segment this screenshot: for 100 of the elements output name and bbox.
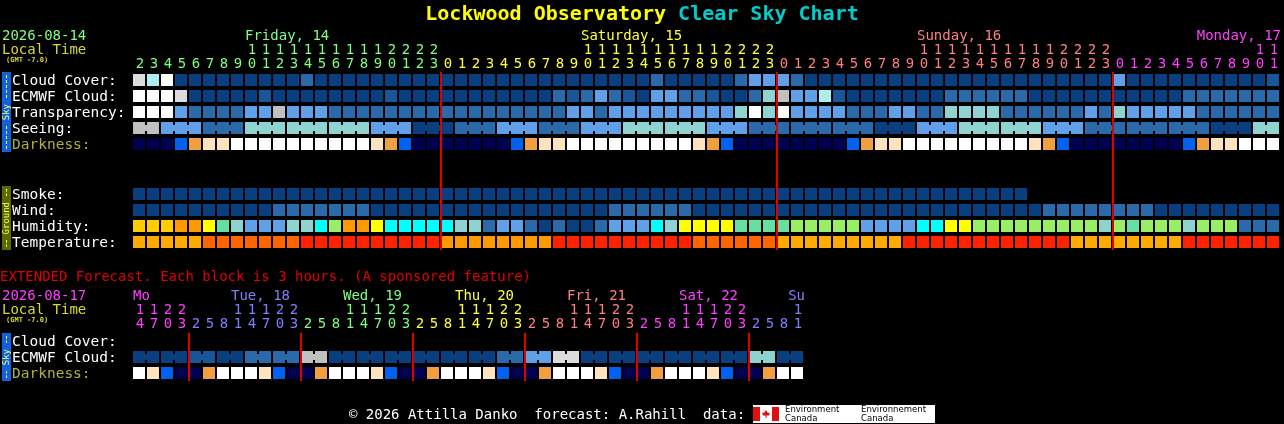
hour-label: 1 2 [275, 42, 285, 70]
hour-label: 2 3 [428, 42, 440, 70]
hour-label: 1 0 [1254, 42, 1266, 70]
hour-label: 8 [554, 54, 566, 70]
hour-label: 1 9 [1044, 42, 1056, 70]
local-time-label: Local Time [1, 42, 87, 56]
hour-label: 5 [848, 54, 860, 70]
hour-label: 4 [834, 54, 846, 70]
hour-label: 1 4 [471, 302, 481, 330]
hour-label: 1 5 [988, 42, 1000, 70]
hour-label: 4 [162, 54, 174, 70]
day-label: Thu, 20 [455, 288, 514, 302]
row-label: ECMWF Cloud: [12, 88, 118, 104]
credits-text: © 2026 Attilla Danko forecast: A.Rahill data: [348, 406, 746, 422]
hour-label: 1 3 [625, 42, 635, 70]
day-label: Sunday, 16 [917, 28, 1002, 42]
hour-label: 5 [652, 314, 664, 330]
row-label: Temperature: [12, 234, 118, 250]
hour-label: 2 0 [722, 302, 734, 330]
row-label: Transparency: [12, 104, 127, 120]
hour-label: 1 5 [316, 42, 328, 70]
hour-label: 9 [232, 54, 244, 70]
hour-label: 1 1 [681, 302, 691, 330]
hour-label: 1 7 [261, 302, 272, 330]
day-label: Su [788, 288, 805, 302]
day-label: Tue, 18 [231, 288, 290, 302]
hour-label: 7 [540, 54, 552, 70]
hour-label: 1 6 [1002, 42, 1014, 70]
flag-icon [753, 407, 780, 421]
hour-label: 2 3 [736, 302, 748, 330]
hour-label: 8 [778, 314, 790, 330]
hour-label: 1 4 [974, 42, 986, 70]
hour-label: 8 [330, 314, 342, 330]
observatory-name: Lockwood Observatory [425, 1, 667, 25]
hour-label: 1 1 [345, 302, 355, 330]
hour-label: 1 9 [372, 42, 384, 70]
hour-label: 2 [1142, 54, 1154, 70]
hour-label: 7 [204, 54, 216, 70]
hour-label: 1 8 [358, 42, 370, 70]
hour-label: 2 [526, 314, 538, 330]
forecast-date: 2026-08-14 [1, 28, 87, 42]
hour-label: 5 [316, 314, 328, 330]
row-label: Humidity: [12, 218, 92, 234]
hour-label: 2 0 [386, 42, 398, 70]
hour-label: 5 [204, 314, 216, 330]
hour-label: 1 6 [666, 42, 678, 70]
hour-label: 0 [442, 54, 454, 70]
hour-label: 2 0 [610, 302, 622, 330]
hour-label: 1 0 [583, 42, 593, 70]
hour-label: 9 [568, 54, 580, 70]
hour-label: 2 [638, 314, 650, 330]
hour-label: 8 [666, 314, 678, 330]
hour-label: 1 2 [611, 42, 621, 70]
hour-label: 2 [414, 314, 426, 330]
day-label: Wed, 19 [343, 288, 402, 302]
group-label: Sky [2, 103, 11, 121]
hour-label: 3 [148, 54, 160, 70]
hour-label: 5 [540, 314, 552, 330]
hour-label: 1 1 [1268, 42, 1280, 70]
hour-label: 2 0 [162, 302, 174, 330]
hour-label: 1 4 [583, 302, 593, 330]
hour-label: 2 1 [400, 42, 412, 70]
hour-label: 9 [1240, 54, 1252, 70]
hour-label: 2 0 [1058, 42, 1070, 70]
hour-label: 0 [1114, 54, 1126, 70]
chart-title: Clear Sky Chart [678, 1, 859, 25]
hour-label: 1 3 [289, 42, 299, 70]
hour-label: 6 [1198, 54, 1210, 70]
hour-label: 5 [512, 54, 524, 70]
hour-label: 1 4 [359, 302, 369, 330]
hour-label: 5 [428, 314, 440, 330]
hour-label: 7 [1212, 54, 1224, 70]
hour-label: 4 [1170, 54, 1182, 70]
hour-label: 2 3 [512, 302, 524, 330]
hour-label: 1 7 [344, 42, 356, 70]
row-label: ECMWF Cloud: [12, 349, 118, 365]
group-label: Ground [2, 201, 11, 235]
hour-label: 2 [806, 54, 818, 70]
hour-label: 1 7 [485, 302, 496, 330]
hour-label: 1 1 [569, 302, 579, 330]
hour-label: 1 9 [708, 42, 720, 70]
local-time-label: Local Time [1, 302, 87, 316]
hour-label: 1 3 [961, 42, 971, 70]
day-label: Mo [133, 288, 150, 302]
hour-label: 1 7 [373, 302, 384, 330]
hour-label: 2 0 [498, 302, 510, 330]
hour-label: 1 7 [148, 302, 160, 330]
row-label: Wind: [12, 202, 57, 218]
midnight-line [748, 333, 750, 381]
hour-label: 2 [134, 54, 146, 70]
hour-label: 5 [764, 314, 776, 330]
hour-label: 2 0 [722, 42, 734, 70]
hour-label: 1 8 [1030, 42, 1042, 70]
hour-label: 1 5 [653, 42, 664, 70]
extended-forecast-note: EXTENDED Forecast. Each block is 3 hours. (A sponsored feature) [0, 268, 532, 284]
hour-label: 3 [484, 54, 496, 70]
hour-label: 8 [554, 314, 566, 330]
hour-label: 6 [190, 54, 202, 70]
hour-label: 5 [1184, 54, 1196, 70]
hour-label: 6 [862, 54, 874, 70]
